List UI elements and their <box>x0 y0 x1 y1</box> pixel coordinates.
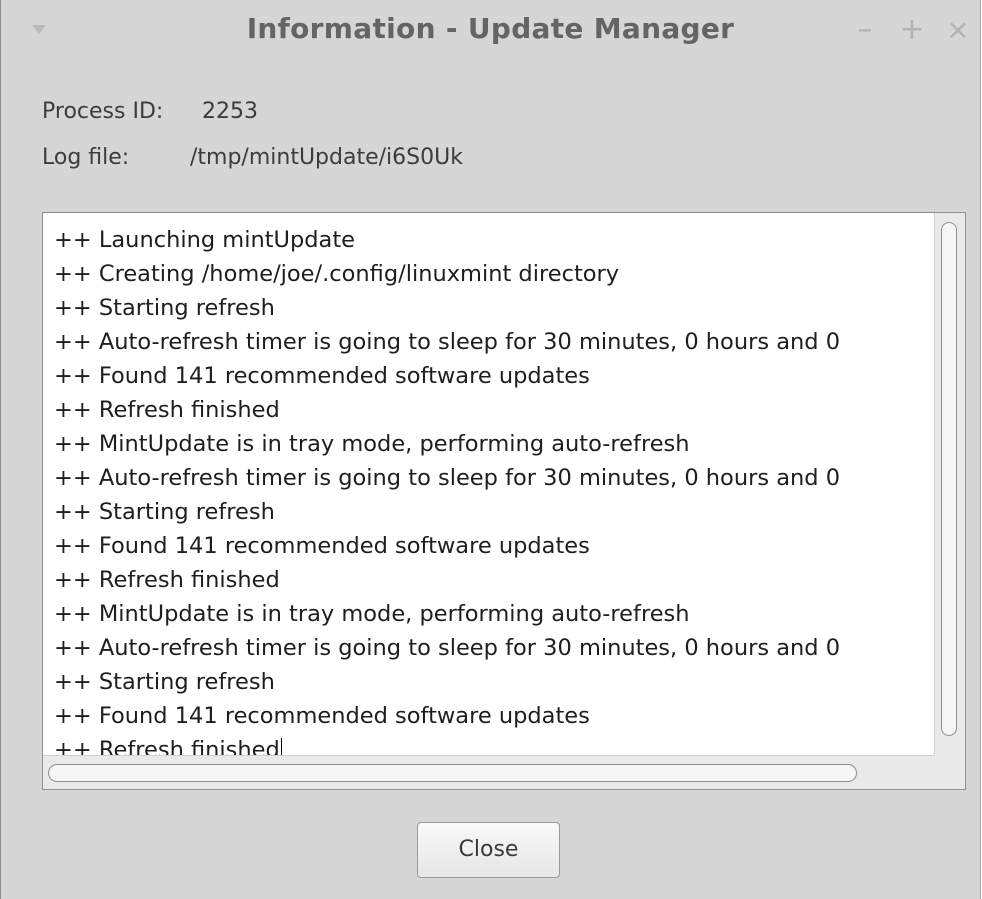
log-line: ++ Launching mintUpdate <box>54 227 356 253</box>
log-line: ++ MintUpdate is in tray mode, performin… <box>54 601 690 627</box>
log-line: ++ Auto-refresh timer is going to sleep … <box>54 465 841 491</box>
log-line: ++ Found 141 recommended software update… <box>54 703 590 729</box>
log-line: ++ Found 141 recommended software update… <box>54 533 590 559</box>
process-id-row: Process ID: 2253 <box>42 96 258 128</box>
log-line: ++ Starting refresh <box>54 295 275 321</box>
log-text-area[interactable]: ++ Launching mintUpdate ++ Creating /home… <box>54 223 929 755</box>
maximize-icon[interactable]: + <box>897 12 927 48</box>
log-text-view[interactable]: ++ Launching mintUpdate ++ Creating /home… <box>42 212 966 790</box>
minimize-icon[interactable]: – <box>850 12 880 48</box>
vertical-scrollbar[interactable] <box>934 213 965 755</box>
horizontal-scrollbar[interactable] <box>43 755 965 789</box>
log-file-row: Log file: /tmp/mintUpdate/i6S0Uk <box>42 142 463 174</box>
log-line: ++ Creating /home/joe/.config/linuxmint … <box>54 261 620 287</box>
log-line: ++ Refresh finished <box>54 397 280 423</box>
log-file-value: /tmp/mintUpdate/i6S0Uk <box>190 145 463 170</box>
log-line: ++ Found 141 recommended software update… <box>54 363 590 389</box>
log-file-label: Log file: <box>42 145 130 170</box>
log-line: ++ MintUpdate is in tray mode, performin… <box>54 431 690 457</box>
update-manager-info-window: Information - Update Manager – + × Proce… <box>0 0 981 899</box>
close-icon[interactable]: × <box>943 12 973 48</box>
scrollbar-corner <box>934 755 965 789</box>
horizontal-scrollbar-thumb[interactable] <box>48 764 857 782</box>
log-line: ++ Refresh finished <box>54 733 929 755</box>
process-id-label: Process ID: <box>42 99 164 124</box>
log-line: ++ Auto-refresh timer is going to sleep … <box>54 329 841 355</box>
text-cursor <box>280 738 282 755</box>
title-bar[interactable]: Information - Update Manager – + × <box>1 0 980 62</box>
process-id-value: 2253 <box>202 99 258 124</box>
log-line: ++ Starting refresh <box>54 669 275 695</box>
log-line: ++ Refresh finished <box>54 567 280 593</box>
log-line: ++ Auto-refresh timer is going to sleep … <box>54 635 841 661</box>
log-line: ++ Starting refresh <box>54 499 275 525</box>
vertical-scrollbar-thumb[interactable] <box>941 222 957 736</box>
close-button[interactable]: Close <box>417 822 560 878</box>
window-title: Information - Update Manager <box>246 12 735 45</box>
